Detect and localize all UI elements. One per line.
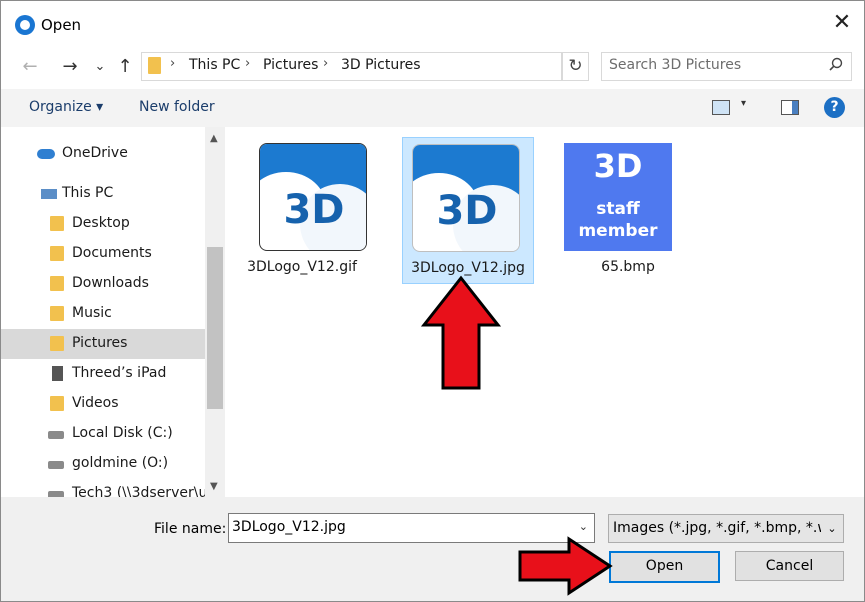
new-folder-button[interactable]: New folder	[139, 99, 215, 115]
file-name-label: 65.bmp	[601, 259, 655, 275]
file-name-label: 3DLogo_V12.gif	[247, 259, 357, 275]
back-button[interactable]: ←	[17, 54, 43, 80]
file-type-value: Images (*.jpg, *.gif, *.bmp, *.wm	[613, 520, 843, 536]
sidebar-item-label: Local Disk (C:)	[72, 425, 173, 441]
scrollbar-thumb[interactable]	[207, 247, 223, 409]
sidebar-item-label: Threed’s iPad	[72, 365, 167, 381]
refresh-button[interactable]: ↻	[562, 52, 589, 81]
change-view-icon[interactable]	[712, 100, 730, 115]
thumbnail-staff-member: 3D staff member	[564, 143, 672, 251]
sidebar-item-label: Music	[72, 305, 112, 321]
sidebar-item-tech3[interactable]: Tech3 (\\3dserver\us	[1, 479, 215, 497]
file-type-select[interactable]: Images (*.jpg, *.gif, *.bmp, *.wm ⌄	[608, 514, 844, 543]
app-icon	[15, 15, 35, 35]
thumbnail-text-line2: member	[578, 221, 658, 241]
file-list: 3D 3DLogo_V12.gif 3D 3DLogo_V12.jpg 3D s…	[225, 127, 864, 497]
sidebar-item-label: Downloads	[72, 275, 149, 291]
search-box[interactable]	[601, 52, 852, 81]
dialog-title: Open	[41, 16, 82, 34]
folder-icon	[50, 336, 64, 351]
sidebar-item-goldmine[interactable]: goldmine (O:)	[1, 449, 205, 479]
file-name-label: 3DLogo_V12.jpg	[411, 260, 525, 276]
close-button[interactable]: ✕	[820, 5, 864, 41]
logo-text: 3D	[283, 187, 345, 233]
sidebar-item-local-disk[interactable]: Local Disk (C:)	[1, 419, 205, 449]
file-item-gif[interactable]: 3D 3DLogo_V12.gif	[237, 137, 367, 282]
sidebar-item-label: This PC	[62, 185, 114, 201]
sidebar-item-label: Desktop	[72, 215, 130, 231]
preview-pane-icon[interactable]	[781, 100, 799, 115]
search-icon	[829, 56, 843, 75]
annotation-arrow-right	[518, 536, 613, 596]
folder-icon	[148, 57, 161, 74]
sidebar-item-desktop[interactable]: Desktop	[1, 209, 205, 239]
search-input[interactable]	[609, 57, 809, 73]
thumbnail-text-line1: staff	[596, 199, 640, 219]
dialog-footer: File name: ⌄ Images (*.jpg, *.gif, *.bmp…	[1, 497, 864, 601]
sidebar-item-onedrive[interactable]: OneDrive	[1, 139, 205, 169]
address-bar[interactable]: › This PC › Pictures › 3D Pictures ⌄	[141, 52, 691, 81]
title-bar: Open ✕	[1, 1, 864, 51]
sidebar-item-label: Tech3 (\\3dserver\us	[72, 485, 215, 497]
sidebar-item-label: goldmine (O:)	[72, 455, 169, 471]
cloud-icon	[37, 149, 55, 159]
sidebar-item-this-pc[interactable]: This PC	[1, 179, 205, 209]
folder-icon	[50, 306, 64, 321]
scroll-down-icon[interactable]: ▼	[210, 481, 218, 492]
help-icon[interactable]: ?	[824, 97, 845, 118]
drive-icon	[48, 431, 64, 439]
folder-icon	[50, 276, 64, 291]
sidebar-item-label: Pictures	[72, 335, 128, 351]
view-options-dropdown[interactable]: ▾	[741, 98, 746, 109]
thumbnail-3d-logo: 3D	[259, 143, 367, 251]
sidebar-item-label: OneDrive	[62, 145, 128, 161]
up-button[interactable]: ↑	[112, 54, 138, 80]
folder-icon	[50, 216, 64, 231]
command-toolbar: Organize ▾ New folder ▾ ?	[1, 89, 864, 127]
sidebar-item-documents[interactable]: Documents	[1, 239, 205, 269]
breadcrumb-separator: ›	[170, 56, 176, 71]
sidebar-item-music[interactable]: Music	[1, 299, 205, 329]
forward-button[interactable]: →	[57, 54, 83, 80]
network-drive-icon	[48, 461, 64, 469]
sidebar-item-label: Documents	[72, 245, 152, 261]
navigation-scrollbar[interactable]: ▲ ▼	[205, 127, 225, 497]
open-file-dialog: Open ✕ ← → ⌄ ↑ › This PC › Pictures › 3D…	[0, 0, 865, 602]
annotation-arrow-up	[421, 275, 501, 390]
breadcrumb-this-pc[interactable]: This PC	[189, 57, 240, 73]
computer-icon	[41, 189, 57, 199]
file-name-dropdown-icon[interactable]: ⌄	[579, 520, 588, 533]
sidebar-item-ipad[interactable]: Threed’s iPad	[1, 359, 205, 389]
chevron-down-icon[interactable]: ⌄	[821, 515, 843, 542]
recent-locations-button[interactable]: ⌄	[87, 54, 113, 80]
file-name-input[interactable]	[232, 519, 562, 535]
breadcrumb-3d-pictures[interactable]: 3D Pictures	[341, 57, 421, 73]
folder-icon	[50, 396, 64, 411]
sidebar-item-downloads[interactable]: Downloads	[1, 269, 205, 299]
organize-button[interactable]: Organize ▾	[29, 99, 103, 115]
sidebar-item-pictures[interactable]: Pictures	[1, 329, 205, 359]
file-name-label: File name:	[154, 521, 227, 537]
logo-text: 3D	[436, 188, 498, 234]
breadcrumb-separator: ›	[245, 56, 251, 71]
open-button[interactable]: Open	[609, 551, 720, 583]
file-item-bmp[interactable]: 3D staff member 65.bmp	[563, 137, 693, 282]
ipad-icon	[52, 366, 63, 381]
navigation-pane: OneDrive This PC Desktop Documents Downl…	[1, 127, 225, 497]
logo-text: 3D	[593, 147, 643, 185]
cancel-button[interactable]: Cancel	[735, 551, 844, 581]
sidebar-item-videos[interactable]: Videos	[1, 389, 205, 419]
breadcrumb-separator: ›	[323, 56, 329, 71]
scroll-up-icon[interactable]: ▲	[210, 133, 218, 144]
thumbnail-3d-logo: 3D	[412, 144, 520, 252]
file-item-jpg[interactable]: 3D 3DLogo_V12.jpg	[402, 137, 534, 284]
breadcrumb-pictures[interactable]: Pictures	[263, 57, 318, 73]
sidebar-item-label: Videos	[72, 395, 119, 411]
folder-icon	[50, 246, 64, 261]
